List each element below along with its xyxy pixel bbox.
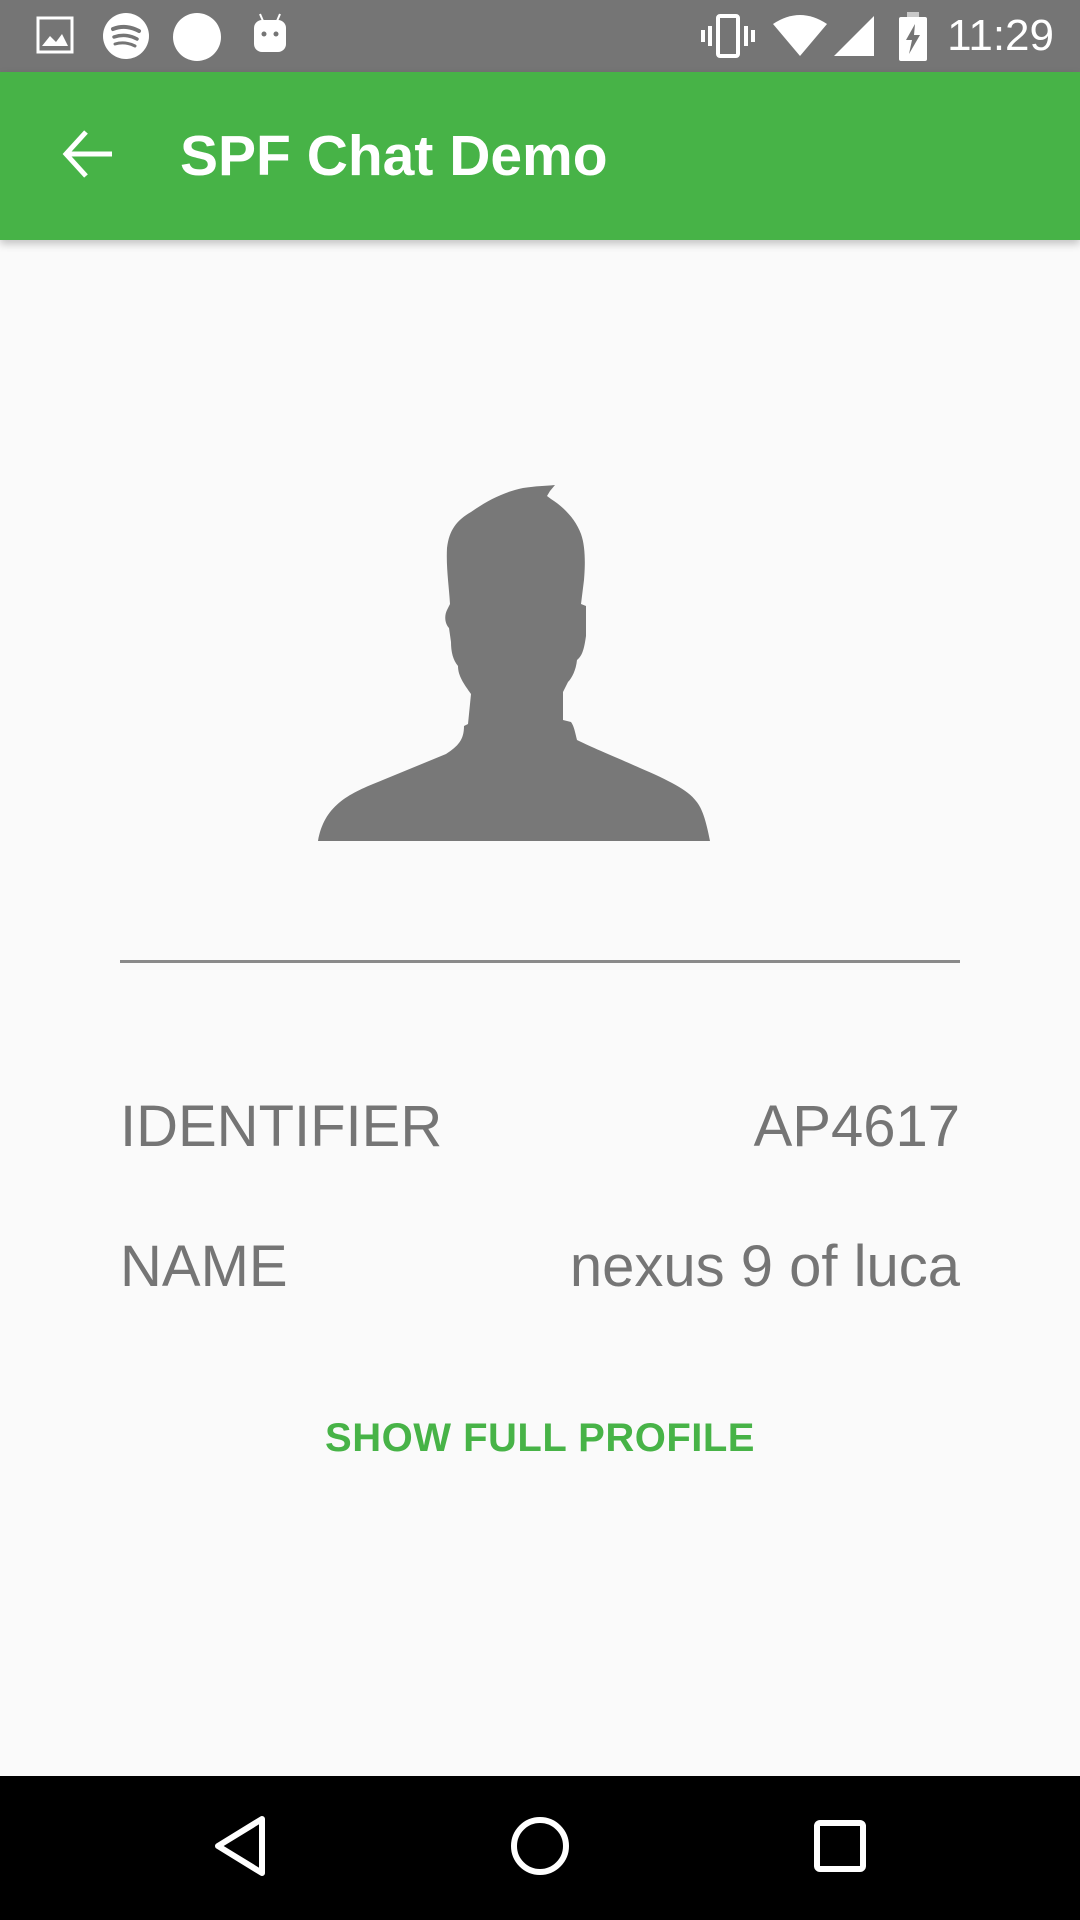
- show-full-profile-button[interactable]: SHOW FULL PROFILE: [0, 1410, 1080, 1466]
- identifier-value: AP4617: [753, 1094, 960, 1159]
- status-time: 11:29: [947, 11, 1054, 60]
- name-value: nexus 9 of luca: [569, 1234, 960, 1299]
- vibrate-icon: [700, 14, 756, 63]
- nav-recents-button[interactable]: [790, 1798, 890, 1898]
- navigation-bar: [0, 1776, 1080, 1920]
- app-bar: SPF Chat Demo: [0, 72, 1080, 240]
- android-icon: [252, 12, 288, 61]
- screen: 11:29 SPF Chat Demo IDENTIFIER AP4617 NA…: [0, 0, 1080, 1920]
- wifi-icon: [772, 14, 828, 63]
- app-title: SPF Chat Demo: [180, 124, 608, 188]
- back-button[interactable]: [40, 108, 136, 204]
- spotify-icon: [102, 12, 150, 65]
- identifier-label: IDENTIFIER: [120, 1094, 443, 1159]
- recents-square-icon: [813, 1819, 867, 1878]
- back-triangle-icon: [212, 1815, 268, 1882]
- person-silhouette-icon: [318, 456, 748, 841]
- name-label: NAME: [120, 1234, 288, 1299]
- image-icon: [36, 16, 74, 59]
- circle-icon: [172, 12, 222, 67]
- battery-charging-icon: [898, 12, 928, 67]
- signal-icon: [832, 14, 876, 63]
- nav-home-button[interactable]: [490, 1798, 590, 1898]
- divider: [120, 960, 960, 963]
- status-bar: 11:29: [0, 0, 1080, 72]
- nav-back-button[interactable]: [190, 1798, 290, 1898]
- home-circle-icon: [509, 1815, 571, 1882]
- arrow-back-icon: [62, 128, 114, 185]
